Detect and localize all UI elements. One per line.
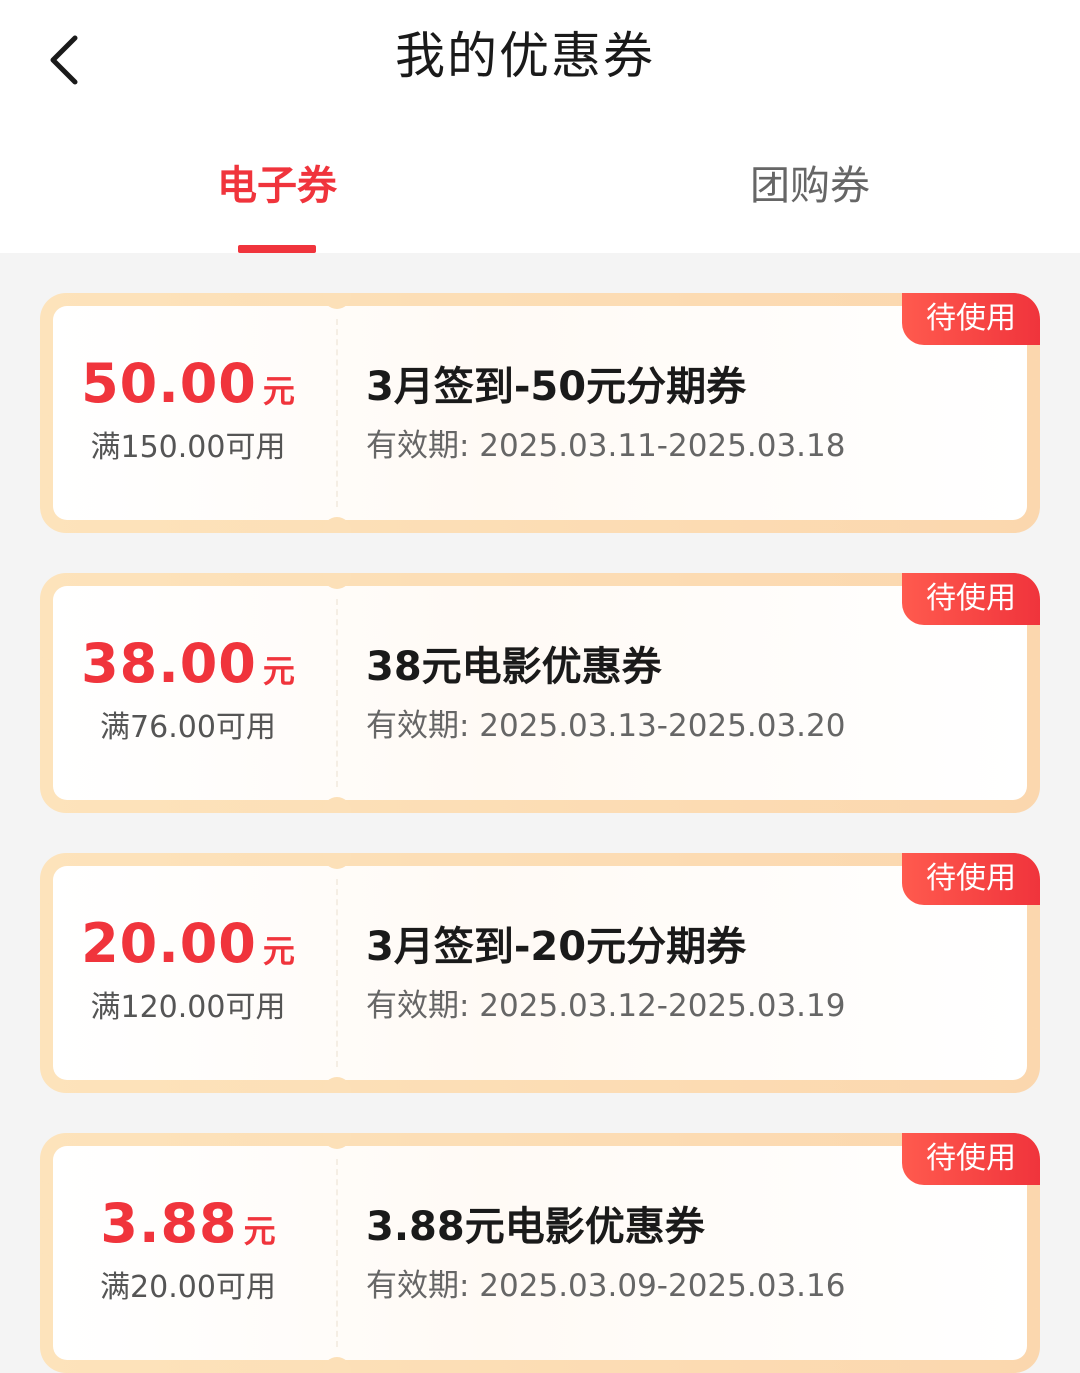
coupon-title: 3月签到-50元分期券 bbox=[366, 364, 747, 410]
coupon-card[interactable]: 38.00 元 满76.00可用 38元电影优惠券 有效期: 2025.03.13… bbox=[40, 573, 1040, 813]
status-badge: 待使用 bbox=[902, 573, 1040, 625]
tab-group-buy-coupons[interactable]: 团购券 bbox=[660, 156, 960, 226]
coupon-condition: 满20.00可用 bbox=[100, 1270, 276, 1305]
coupon-amount-box: 3.88 元 满20.00可用 bbox=[53, 1191, 323, 1308]
coupon-list: 50.00 元 满150.00可用 3月签到-50元分期券 有效期: 2025.0… bbox=[0, 253, 1080, 1373]
status-badge: 待使用 bbox=[902, 853, 1040, 905]
card-divider bbox=[336, 879, 338, 1067]
coupon-amount-unit: 元 bbox=[262, 372, 295, 410]
coupon-validity: 有效期: 2025.03.13-2025.03.20 bbox=[366, 708, 846, 744]
coupon-amount-box: 20.00 元 满120.00可用 bbox=[53, 911, 323, 1028]
coupon-title: 3.88元电影优惠券 bbox=[366, 1204, 705, 1250]
card-divider bbox=[336, 319, 338, 507]
coupon-amount-box: 38.00 元 满76.00可用 bbox=[53, 631, 323, 748]
coupon-title: 3月签到-20元分期券 bbox=[366, 924, 747, 970]
coupon-validity: 有效期: 2025.03.09-2025.03.16 bbox=[366, 1268, 846, 1304]
status-badge: 待使用 bbox=[902, 1133, 1040, 1185]
active-tab-indicator bbox=[238, 245, 316, 253]
coupon-amount-unit: 元 bbox=[243, 1212, 276, 1250]
page-title: 我的优惠券 bbox=[395, 27, 655, 85]
coupon-card[interactable]: 50.00 元 满150.00可用 3月签到-50元分期券 有效期: 2025.0… bbox=[40, 293, 1040, 533]
coupon-condition: 满120.00可用 bbox=[90, 990, 286, 1025]
header: 我的优惠券 电子券 团购券 bbox=[0, 0, 1080, 253]
coupon-validity: 有效期: 2025.03.11-2025.03.18 bbox=[366, 428, 846, 464]
card-divider bbox=[336, 1159, 338, 1347]
card-divider bbox=[336, 599, 338, 787]
coupon-amount: 38.00 bbox=[81, 632, 257, 695]
status-badge: 待使用 bbox=[902, 293, 1040, 345]
coupon-amount: 3.88 bbox=[100, 1192, 238, 1255]
coupon-amount: 50.00 bbox=[81, 352, 257, 415]
coupon-card[interactable]: 3.88 元 满20.00可用 3.88元电影优惠券 有效期: 2025.03.0… bbox=[40, 1133, 1040, 1373]
coupon-condition: 满76.00可用 bbox=[100, 710, 276, 745]
tab-electronic-coupons[interactable]: 电子券 bbox=[127, 156, 427, 226]
coupon-amount-unit: 元 bbox=[262, 932, 295, 970]
coupon-card[interactable]: 20.00 元 满120.00可用 3月签到-20元分期券 有效期: 2025.0… bbox=[40, 853, 1040, 1093]
coupon-amount: 20.00 bbox=[81, 912, 257, 975]
coupon-title: 38元电影优惠券 bbox=[366, 644, 662, 690]
coupon-amount-box: 50.00 元 满150.00可用 bbox=[53, 351, 323, 468]
coupon-amount-unit: 元 bbox=[262, 652, 295, 690]
coupon-validity: 有效期: 2025.03.12-2025.03.19 bbox=[366, 988, 846, 1024]
coupon-condition: 满150.00可用 bbox=[90, 430, 286, 465]
